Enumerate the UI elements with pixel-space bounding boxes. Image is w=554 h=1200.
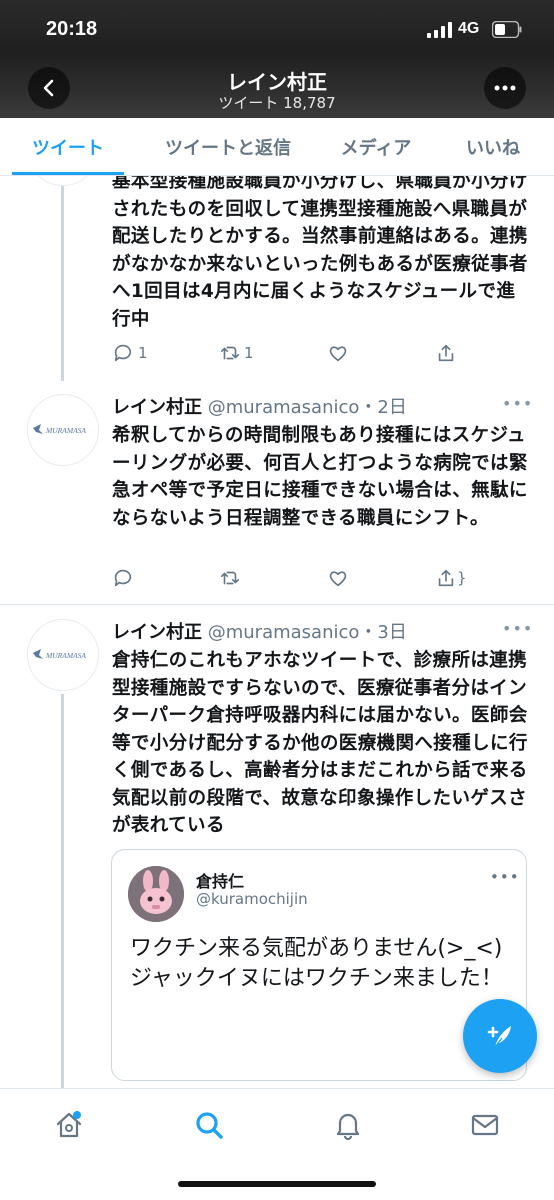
search-icon xyxy=(196,1112,223,1139)
quoted-author-handle: @kuramochijin xyxy=(196,890,308,908)
like-button[interactable] xyxy=(327,567,349,589)
like-icon xyxy=(329,346,347,362)
messages-icon xyxy=(471,1114,499,1136)
share-button[interactable] xyxy=(435,342,457,364)
status-bar: 20:18 4G xyxy=(0,0,554,60)
home-indicator[interactable] xyxy=(178,1181,376,1187)
muramasa-logo: MURAMASA xyxy=(33,649,86,660)
tweet-text: 希釈してからの時間制限もあり接種にはスケジューリングが必要、何百人と打つような病… xyxy=(112,425,528,529)
timeline[interactable]: 基本型接種施設職員が小分けし、県職員が小分けされたものを回収して連携型接種施設へ… xyxy=(0,176,554,1088)
quoted-author-name: 倉持仁 xyxy=(196,872,245,891)
author-handle[interactable]: @muramasanico xyxy=(208,397,360,418)
share-icon xyxy=(438,344,454,362)
profile-name: レイン村正 xyxy=(227,70,327,94)
more-icon xyxy=(494,85,516,91)
retweet-icon xyxy=(220,571,240,585)
avatar[interactable] xyxy=(27,176,99,186)
svg-text:MURAMASA: MURAMASA xyxy=(45,651,86,660)
nav-home[interactable] xyxy=(44,1103,94,1147)
compose-tweet-button[interactable] xyxy=(463,999,537,1073)
share-icon xyxy=(438,569,454,587)
notifications-icon xyxy=(336,1113,360,1141)
quoted-avatar[interactable] xyxy=(128,866,184,922)
tab-media[interactable]: メディア xyxy=(322,118,430,176)
tweet-time: ・3日 xyxy=(359,622,407,643)
retweet-button[interactable]: 1 xyxy=(219,342,254,364)
tab-tweets-and-replies[interactable]: ツイートと返信 xyxy=(148,118,308,176)
reply-button[interactable]: 1 xyxy=(112,342,148,364)
share-button[interactable]: } xyxy=(435,567,467,589)
quoted-tweet-text: ワクチン来る気配がありません(>_<) ジャックイヌにはワクチン来ました！ xyxy=(130,936,503,991)
tweet-time: ・2日 xyxy=(359,397,407,418)
tweet-menu-button[interactable]: ••• xyxy=(502,394,533,413)
tweet-divider xyxy=(0,604,554,605)
profile-tab-bar: ツイート ツイートと返信 メディア いいね xyxy=(0,118,554,176)
muramasa-logo: MURAMASA xyxy=(33,424,86,435)
thread-line xyxy=(61,694,64,1088)
bunny-avatar-image xyxy=(128,866,184,922)
tweet-header: レイン村正 @muramasanico・3日 xyxy=(112,618,407,644)
retweet-icon xyxy=(220,346,240,360)
avatar[interactable]: MURAMASA xyxy=(27,394,99,466)
thread-line xyxy=(61,176,64,381)
reply-button[interactable] xyxy=(112,567,134,589)
signal-icon xyxy=(427,22,452,38)
nav-notifications[interactable] xyxy=(323,1103,373,1147)
svg-text:MURAMASA: MURAMASA xyxy=(45,426,86,435)
reply-icon xyxy=(114,344,132,362)
like-icon xyxy=(329,571,347,587)
tab-likes[interactable]: いいね xyxy=(448,118,538,176)
reply-count: 1 xyxy=(138,344,148,362)
author-handle[interactable]: @muramasanico xyxy=(208,622,360,643)
tweet-text: 倉持仁のこれもアホなツイートで、診療所は連携型接種施設ですらないので、医療従事者… xyxy=(112,650,528,836)
author-name[interactable]: レイン村正 xyxy=(112,397,202,418)
tweet-text: 基本型接種施設職員が小分けし、県職員が小分けされたものを回収して連携型接種施設へ… xyxy=(112,176,528,330)
battery-icon xyxy=(492,21,522,38)
avatar[interactable]: MURAMASA xyxy=(27,619,99,691)
like-button[interactable] xyxy=(327,342,349,364)
tab-tweets[interactable]: ツイート xyxy=(12,118,124,176)
tweet-menu-button[interactable]: ••• xyxy=(502,619,533,638)
home-icon xyxy=(56,1111,82,1138)
retweet-count: 1 xyxy=(244,344,254,362)
author-name[interactable]: レイン村正 xyxy=(112,622,202,643)
profile-header: 20:18 4G レイン村正 ツイート 18,787 xyxy=(0,0,554,118)
tweet-header: レイン村正 @muramasanico・2日 xyxy=(112,393,407,419)
active-tab-indicator xyxy=(12,172,124,175)
nav-search[interactable] xyxy=(184,1103,234,1147)
compose-icon xyxy=(487,1026,511,1048)
status-time: 20:18 xyxy=(46,18,98,40)
reply-icon xyxy=(114,569,132,587)
network-label: 4G xyxy=(458,20,480,37)
nav-messages[interactable] xyxy=(460,1103,510,1147)
tweet-count: ツイート 18,787 xyxy=(218,94,336,112)
retweet-button[interactable] xyxy=(219,567,241,589)
quoted-menu-icon: ••• xyxy=(490,868,520,886)
more-options-button[interactable] xyxy=(484,67,526,109)
